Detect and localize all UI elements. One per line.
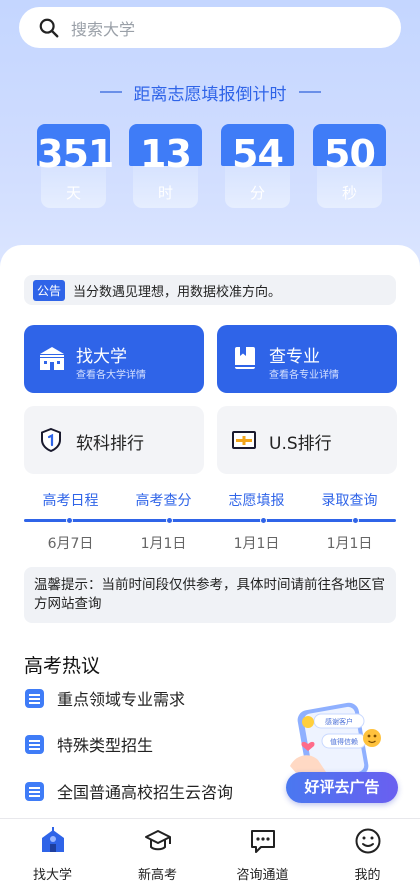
hot-topic-text: 特殊类型招生	[57, 736, 154, 755]
timeline-date: 1月1日	[326, 536, 373, 552]
find-major-title: 查专业	[269, 347, 320, 367]
notice-tag: 公告	[33, 279, 66, 301]
timeline-label: 高考查分	[135, 493, 192, 509]
tab-find-university[interactable]: 找大学	[0, 827, 105, 883]
countdown-unit: 天	[65, 184, 81, 202]
countdown-row: 351 天 13 时 54 分 50 秒	[37, 124, 386, 208]
timeline-item-admission[interactable]: 录取查询 1月1日	[303, 490, 396, 553]
university-icon	[41, 827, 64, 852]
find-university-title: 找大学	[76, 347, 127, 367]
ad-bubble-text: 感谢客户	[325, 717, 353, 726]
countdown-value: 50	[324, 132, 376, 176]
ad-bubble-text: 值得信赖	[330, 737, 358, 746]
document-icon	[25, 781, 44, 801]
countdown-hours: 13 时	[129, 124, 202, 208]
timeline-item-application[interactable]: 志愿填报 1月1日	[210, 490, 303, 553]
tab-new-gaokao[interactable]: 新高考	[105, 827, 210, 883]
find-university-subtitle: 查看各大学详情	[76, 370, 146, 381]
countdown-value: 54	[232, 132, 284, 176]
university-icon	[40, 347, 64, 370]
countdown-title: 距离志愿填报倒计时	[0, 80, 420, 105]
title-line-right	[298, 91, 321, 93]
remove-ads-button[interactable]: 好评去广告	[286, 772, 398, 803]
tab-label: 新高考	[137, 868, 177, 883]
document-icon	[25, 734, 44, 754]
hot-topic-text: 重点领域专业需求	[57, 690, 186, 709]
timeline-item-score[interactable]: 高考查分 1月1日	[117, 490, 210, 553]
notice-bar[interactable]: 公告 当分数遇见理想，用数据校准方向。	[24, 275, 396, 305]
search-bar[interactable]: 搜索大学	[19, 7, 401, 48]
tab-label: 找大学	[32, 868, 72, 883]
us-ranking-label: U.S排行	[269, 434, 332, 454]
hot-topic-item[interactable]: 重点领域专业需求	[24, 686, 185, 710]
find-major-subtitle: 查看各专业详情	[269, 370, 339, 381]
notice-text: 当分数遇见理想，用数据校准方向。	[73, 284, 282, 300]
document-icon	[25, 688, 44, 708]
countdown-days: 351 天	[37, 124, 114, 208]
countdown-minutes: 54 分	[221, 124, 294, 208]
countdown-unit: 时	[157, 184, 173, 202]
hot-topic-text: 全国普通高校招生云咨询	[57, 783, 234, 802]
countdown-unit: 分	[249, 184, 265, 202]
tab-label: 咨询通道	[236, 868, 289, 883]
find-major-button[interactable]: 查专业 查看各专业详情	[217, 325, 397, 393]
us-ranking-button[interactable]: U.S排行	[217, 406, 397, 474]
smile-icon	[355, 828, 380, 854]
chat-icon	[250, 830, 275, 853]
timeline-date: 6月7日	[47, 536, 94, 552]
timeline-label: 志愿填报	[228, 493, 285, 509]
tip-box: 温馨提示：当前时间段仅供参考，具体时间请前往各地区官方网站查询	[24, 567, 396, 623]
countdown-unit: 秒	[341, 184, 357, 202]
hot-topic-item[interactable]: 特殊类型招生	[24, 732, 153, 756]
find-university-button[interactable]: 找大学 查看各大学详情	[24, 325, 204, 393]
hot-topics-title: 高考热议	[24, 655, 101, 677]
title-line-left	[99, 91, 122, 93]
hot-topic-item[interactable]: 全国普通高校招生云咨询	[24, 779, 233, 803]
exam-timeline: 高考日程 6月7日 高考查分 1月1日 志愿填报 1月1日 录取查询 1月1日	[24, 490, 396, 553]
tab-label: 我的	[354, 868, 381, 883]
search-placeholder: 搜索大学	[71, 19, 136, 39]
graduation-cap-icon	[144, 830, 171, 851]
tab-mine[interactable]: 我的	[315, 827, 420, 883]
tab-consult[interactable]: 咨询通道	[210, 827, 315, 883]
search-icon	[39, 18, 59, 37]
countdown-value: 13	[140, 132, 192, 176]
shield-icon	[41, 428, 61, 452]
bottom-tab-bar: 找大学 新高考 咨询通道 我的	[0, 818, 420, 883]
book-icon	[235, 347, 255, 369]
countdown-seconds: 50 秒	[313, 124, 386, 208]
ruanke-ranking-button[interactable]: 软科排行	[24, 406, 204, 474]
timeline-label: 录取查询	[321, 493, 378, 509]
timeline-date: 1月1日	[233, 536, 280, 552]
timeline-item-schedule[interactable]: 高考日程 6月7日	[24, 490, 117, 553]
countdown-title-text: 距离志愿填报倒计时	[133, 84, 287, 105]
timeline-label: 高考日程	[42, 493, 99, 509]
ruanke-ranking-label: 软科排行	[76, 434, 144, 454]
countdown-value: 351	[37, 132, 114, 176]
us-rank-icon	[232, 431, 256, 449]
timeline-date: 1月1日	[140, 536, 187, 552]
